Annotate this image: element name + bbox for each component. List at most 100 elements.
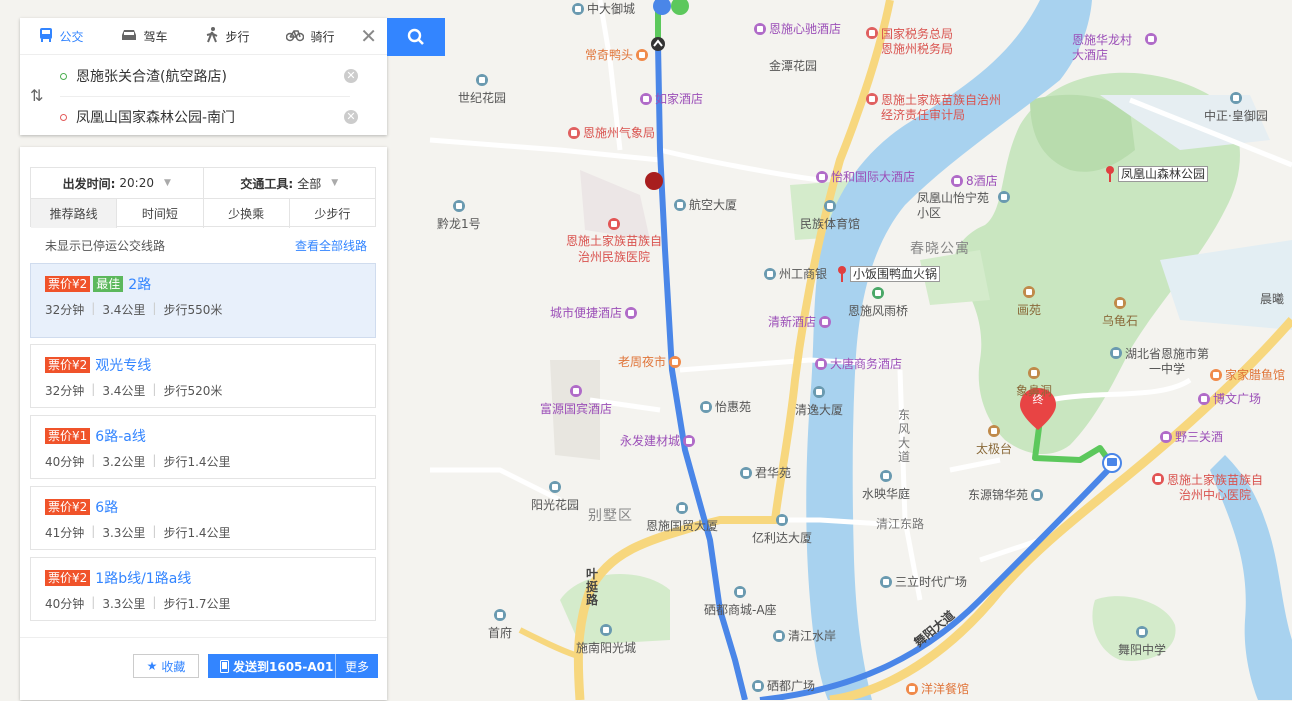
poi[interactable]: 象鼻洞	[1016, 367, 1052, 399]
route-option[interactable]: 票价¥1 6路-a线 40分钟 | 3.2公里 | 步行1.4公里	[30, 415, 376, 479]
scenic-icon	[1028, 367, 1040, 379]
tab-walk[interactable]: 步行	[186, 18, 269, 54]
poi[interactable]: 中正·皇御园	[1204, 92, 1268, 124]
poi[interactable]: 恩施土家族苗族自治州经济责任审计局	[866, 93, 1009, 123]
poi[interactable]: 城市便捷酒店	[550, 304, 638, 321]
origin-dot-icon	[60, 72, 67, 80]
poi[interactable]: 世纪花园	[458, 74, 506, 106]
poi[interactable]: 恩施华龙村大酒店	[1072, 33, 1157, 63]
poi[interactable]: 阳光花园	[531, 481, 579, 513]
pin-label[interactable]: 凤凰山森林公园	[1118, 166, 1209, 182]
tab-bike[interactable]: 骑行	[269, 18, 352, 54]
route-option[interactable]: 票价¥2 观光专线 32分钟 | 3.4公里 | 步行520米	[30, 344, 376, 408]
favorite-button[interactable]: ★ 收藏	[133, 654, 199, 678]
more-button[interactable]: 更多	[334, 654, 378, 678]
poi[interactable]: 清逸大厦	[795, 386, 843, 418]
pin-label[interactable]: 小饭围鸭血火锅	[850, 266, 941, 282]
hospital-icon	[1152, 473, 1164, 485]
location-pin-icon[interactable]	[838, 266, 846, 282]
poi[interactable]: 民族体育馆	[800, 200, 860, 232]
route-option[interactable]: 票价¥2 最佳 2路 32分钟 | 3.4公里 | 步行550米	[30, 263, 376, 338]
route-option[interactable]: 票价¥2 1路b线/1路a线 40分钟 | 3.3公里 | 步行1.7公里	[30, 557, 376, 621]
tab-fewer-transfers[interactable]: 少换乘	[202, 199, 289, 228]
action-bar: ★ 收藏 发送到1605-A01 更多	[20, 637, 387, 701]
poi[interactable]: 恩施心驰酒店	[754, 20, 841, 37]
location-pin-icon[interactable]	[1106, 166, 1114, 182]
tab-shortest-time[interactable]: 时间短	[116, 199, 202, 228]
poi[interactable]: 亿利达大厦	[752, 514, 812, 546]
poi[interactable]: 清新酒店	[768, 313, 832, 330]
poi[interactable]: 恩施风雨桥	[848, 287, 908, 319]
poi[interactable]: 大唐商务酒店	[815, 355, 902, 372]
send-label: 发送到1605-A01	[233, 659, 334, 674]
poi[interactable]: 硒都商城-A座	[704, 586, 777, 618]
poi[interactable]: 野三关酒	[1160, 428, 1223, 445]
clear-destination-icon[interactable]: ✕	[344, 110, 358, 124]
origin-field[interactable]: 恩施张关合渣(航空路店) ✕	[60, 56, 358, 97]
poi[interactable]: 8酒店	[951, 172, 998, 189]
destination-field[interactable]: 凤凰山国家森林公园-南门 ✕	[60, 97, 358, 137]
area-label: 别墅区	[588, 508, 633, 524]
poi[interactable]: 恩施土家族苗族自治州中心医院	[1152, 473, 1263, 503]
route-time: 40分钟	[45, 597, 85, 611]
poi[interactable]: 恩施国贸大厦	[646, 502, 718, 534]
poi[interactable]: 湖北省恩施市第一中学	[1110, 347, 1209, 377]
poi[interactable]: 晨曦	[1260, 290, 1284, 307]
poi[interactable]: 画苑	[1017, 286, 1041, 318]
clear-origin-icon[interactable]: ✕	[344, 69, 358, 83]
close-icon[interactable]: ✕	[360, 26, 377, 46]
poi[interactable]: 恩施州气象局	[568, 124, 655, 141]
route-option[interactable]: 票价¥2 6路 41分钟 | 3.3公里 | 步行1.4公里	[30, 486, 376, 550]
road-label: 叶挺路	[586, 567, 599, 607]
poi[interactable]: 三立时代广场	[880, 573, 967, 590]
poi[interactable]: 怡惠苑	[700, 398, 751, 415]
tab-recommended[interactable]: 推荐路线	[31, 199, 117, 228]
poi[interactable]: 中大御城	[572, 0, 635, 17]
poi[interactable]: 家家腊鱼馆	[1210, 366, 1285, 383]
poi[interactable]: 富源国宾酒店	[540, 385, 612, 417]
poi[interactable]: 硒都广场	[752, 677, 815, 694]
poi[interactable]: 施南阳光城	[576, 624, 636, 656]
building-icon	[572, 2, 584, 15]
poi[interactable]: 清江水岸	[773, 627, 836, 644]
poi[interactable]: 东源锦华苑	[968, 486, 1044, 503]
chevron-down-icon: ▼	[331, 178, 339, 188]
swap-icon[interactable]: ⇅	[30, 86, 43, 105]
poi[interactable]: 永发建材城	[620, 432, 696, 449]
poi[interactable]: 首府	[488, 609, 512, 641]
route-distance: 3.2公里	[102, 455, 146, 469]
route-time: 40分钟	[45, 455, 85, 469]
poi[interactable]: 黔龙1号	[437, 200, 481, 232]
road-label: 清江东路	[876, 517, 925, 531]
poi[interactable]: 怡和国际大酒店	[816, 168, 915, 185]
tab-less-walking[interactable]: 少步行	[288, 199, 375, 228]
poi[interactable]: 水映华庭	[862, 470, 910, 502]
poi[interactable]: 州工商银	[764, 265, 827, 282]
poi[interactable]: 恩施土家族苗族自治州民族医院	[566, 218, 662, 265]
building-icon	[1229, 92, 1242, 104]
poi[interactable]: 博文广场	[1198, 390, 1261, 407]
hotel-icon	[754, 22, 766, 35]
poi[interactable]: 老周夜市	[618, 353, 682, 370]
poi[interactable]: 常奇鸭头	[585, 46, 649, 63]
show-all-link[interactable]: 查看全部线路	[295, 237, 367, 254]
route-walk: 步行1.7公里	[163, 597, 231, 611]
poi[interactable]: 君华苑	[740, 464, 791, 481]
poi[interactable]: 洋洋餐馆	[906, 680, 969, 697]
tab-transit[interactable]: 公交	[20, 18, 103, 54]
depart-time-select[interactable]: 出发时间: 20:20 ▼	[31, 168, 203, 198]
poi[interactable]: 如家酒店	[640, 90, 703, 107]
poi[interactable]: 航空大厦	[674, 196, 737, 213]
poi[interactable]: 太极台	[976, 425, 1012, 457]
fare-badge: 票价¥2	[45, 357, 91, 373]
send-to-phone-button[interactable]: 发送到1605-A01 更多	[208, 654, 378, 678]
poi[interactable]: 乌龟石	[1102, 297, 1138, 329]
depart-value: 20:20	[119, 176, 154, 190]
poi[interactable]: 金潭花园	[769, 57, 817, 74]
search-button[interactable]	[387, 18, 445, 56]
poi[interactable]: 凤凰山怡宁苑小区	[917, 191, 1010, 221]
vehicle-select[interactable]: 交通工具: 全部 ▼	[202, 168, 376, 198]
poi[interactable]: 舞阳中学	[1118, 626, 1166, 658]
poi[interactable]: 国家税务总局恩施州税务局	[866, 27, 961, 57]
tab-drive[interactable]: 驾车	[103, 18, 186, 54]
